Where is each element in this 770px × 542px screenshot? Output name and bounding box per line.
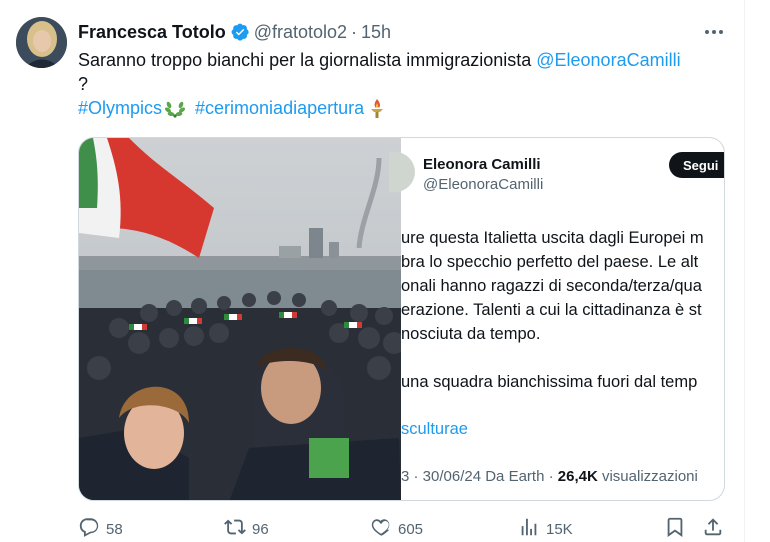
quoted-photo[interactable] <box>79 138 401 500</box>
quoted-avatar[interactable] <box>389 152 415 192</box>
quoted-meta-prefix: 3 · 30/06/24 Da Earth · <box>401 468 558 485</box>
views-button[interactable]: 15K <box>518 517 573 541</box>
quoted-text-line: una squadra bianchissima fuori dal temp <box>401 373 698 391</box>
repost-count: 96 <box>252 520 269 538</box>
torch-emoji-icon <box>366 97 388 119</box>
timestamp[interactable]: 15h <box>361 22 391 43</box>
laurel-emoji-icon <box>164 97 186 119</box>
repost-button[interactable]: 96 <box>224 517 269 541</box>
quoted-link[interactable]: sculturae <box>401 420 468 439</box>
verified-badge-icon <box>230 22 250 42</box>
more-icon[interactable] <box>700 18 728 46</box>
tweet[interactable]: Francesca Totolo @fratotolo2 · 15h Saran… <box>0 0 744 542</box>
quoted-views-count: 26,4K <box>557 468 598 485</box>
quoted-text-line: nosciuta da tempo. <box>401 325 541 343</box>
quoted-text-line: bra lo specchio perfetto del paese. Le a… <box>401 253 699 271</box>
tweet-text-line-1: Saranno troppo bianchi per la giornalist… <box>78 48 730 72</box>
quoted-meta-suffix: visualizzazioni <box>597 468 698 485</box>
display-name[interactable]: Francesca Totolo <box>78 22 226 43</box>
like-count: 605 <box>398 520 424 538</box>
views-icon <box>518 516 546 542</box>
quoted-text: ure questa Italietta uscita dagli Europe… <box>401 226 724 394</box>
quoted-text-line: erazione. Talenti a cui la cittadinanza … <box>401 301 702 319</box>
quoted-text-line: ure questa Italietta uscita dagli Europe… <box>401 229 704 247</box>
handle[interactable]: @fratotolo2 <box>254 22 347 43</box>
hashtag-olympics[interactable]: #Olympics <box>78 98 162 118</box>
follow-button[interactable]: Segui <box>669 152 724 178</box>
quoted-display-name[interactable]: Eleonora Camilli <box>423 156 541 173</box>
like-button[interactable]: 605 <box>370 517 423 541</box>
avatar[interactable] <box>16 17 67 68</box>
quoted-handle[interactable]: @EleonoraCamilli <box>423 176 543 193</box>
separator-dot: · <box>351 21 358 42</box>
tweet-text-line-2: ? <box>78 74 89 94</box>
tweet-header: Francesca Totolo @fratotolo2 · 15h <box>78 20 391 44</box>
share-icon <box>702 516 730 542</box>
quoted-text-gap <box>401 346 724 370</box>
column-border <box>744 0 745 542</box>
hashtag-cerimoniadiapertura[interactable]: #cerimoniadiapertura <box>195 98 364 118</box>
repost-icon <box>224 516 252 542</box>
tweet-hashtags: #Olympics #cerimoniadiapertura <box>78 96 730 120</box>
reply-count: 58 <box>106 520 123 538</box>
tweet-text-prefix: Saranno troppo bianchi per la giornalist… <box>78 50 537 70</box>
reply-icon <box>78 516 106 542</box>
action-bar: 58 96 605 15K <box>78 517 730 541</box>
quoted-text-line: onali hanno ragazzi di seconda/terza/qua <box>401 277 702 295</box>
views-count: 15K <box>546 520 573 538</box>
like-icon <box>370 516 398 542</box>
quoted-meta: 3 · 30/06/24 Da Earth · 26,4K visualizza… <box>401 468 698 485</box>
share-button[interactable] <box>702 517 730 541</box>
reply-button[interactable]: 58 <box>78 517 123 541</box>
tweet-text: Saranno troppo bianchi per la giornalist… <box>78 48 730 120</box>
quoted-tweet[interactable]: Eleonora Camilli @EleonoraCamilli Segui … <box>78 137 725 501</box>
bookmark-button[interactable] <box>664 517 692 541</box>
mention-link[interactable]: @EleonoraCamilli <box>536 50 680 70</box>
bookmark-icon <box>664 516 692 542</box>
